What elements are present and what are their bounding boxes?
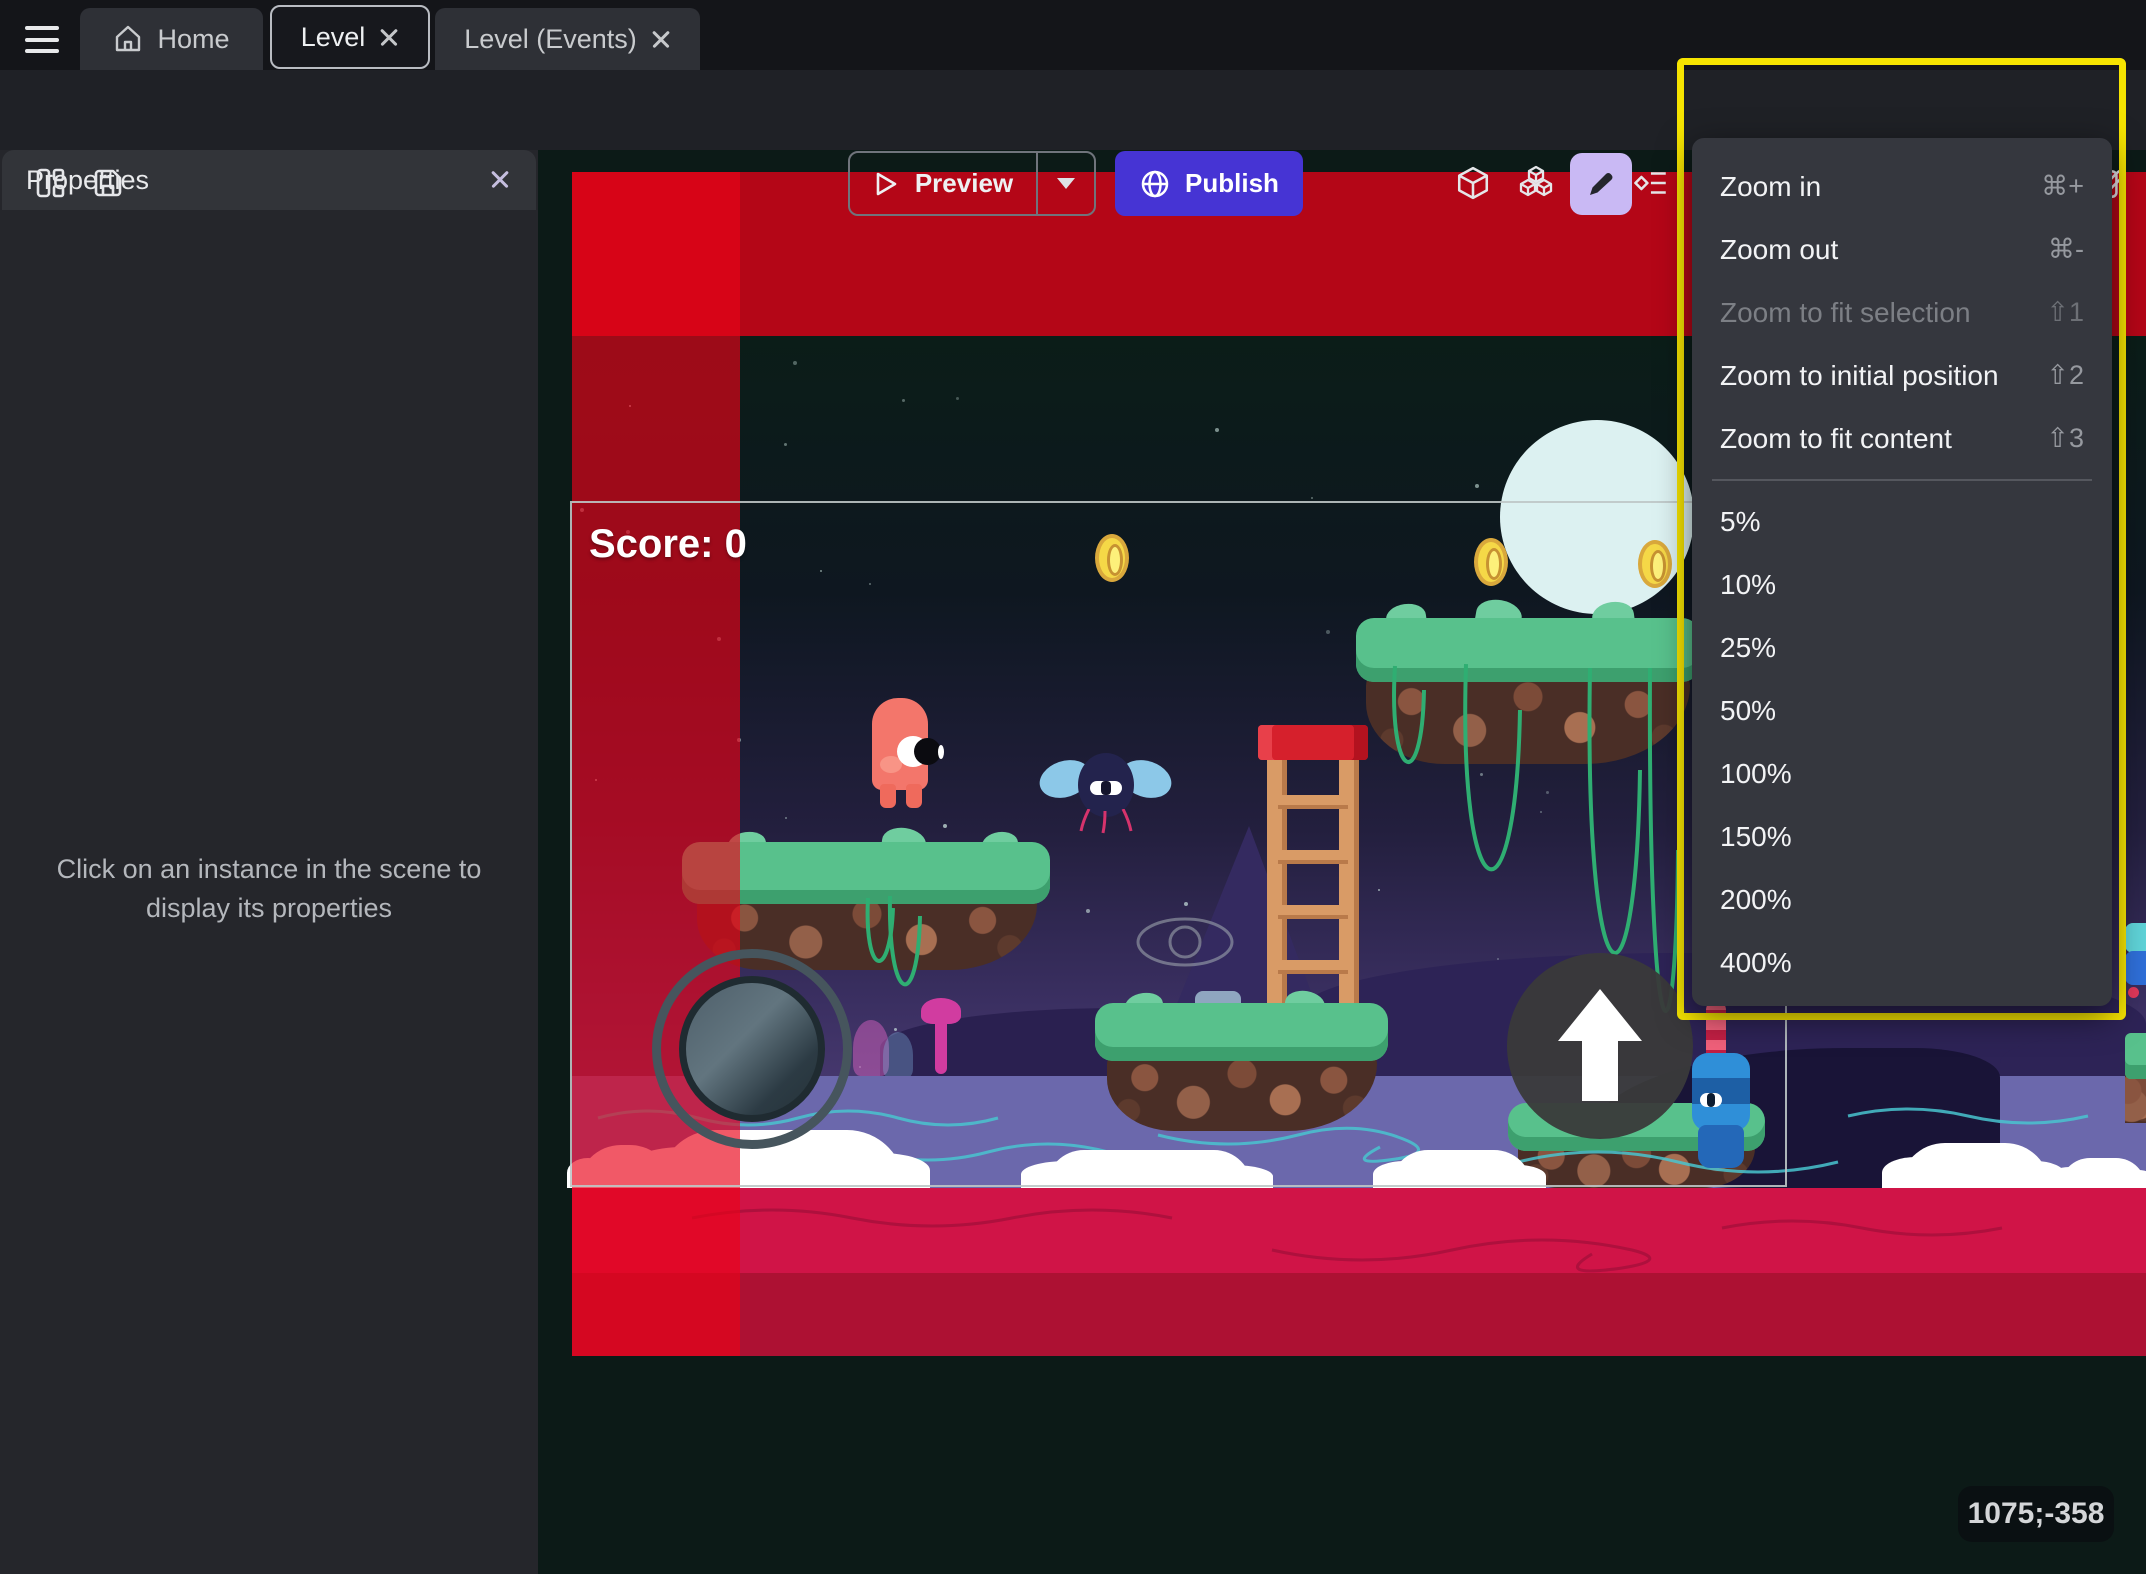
properties-header: Properties [2, 150, 536, 210]
cloud-sprite [2049, 1158, 2146, 1188]
tab-home[interactable]: Home [80, 8, 263, 70]
close-tab-icon[interactable] [379, 27, 399, 47]
preview-options-button[interactable] [1038, 153, 1094, 214]
menu-item-zoom-in[interactable]: Zoom in ⌘+ [1692, 155, 2112, 218]
jump-button[interactable] [1507, 953, 1693, 1139]
tab-bar: Home Level Level (Events) [0, 0, 2146, 70]
tab-label: Level (Events) [464, 23, 637, 54]
menu-item-zoom-400[interactable]: 400% [1692, 931, 2112, 994]
menu-divider [1712, 479, 2092, 481]
enemy-sprite-partial[interactable] [2125, 923, 2146, 1008]
instances-list-icon[interactable] [1630, 161, 1674, 205]
menu-item-zoom-out[interactable]: Zoom out ⌘- [1692, 218, 2112, 281]
preview-button[interactable]: Preview [848, 151, 1096, 216]
cloud-sprite [1882, 1143, 2065, 1188]
home-icon [113, 24, 143, 54]
joystick-knob[interactable] [679, 976, 825, 1122]
edit-tool-button-selected[interactable] [1570, 153, 1632, 215]
tab-label: Level [300, 21, 366, 52]
tab-level[interactable]: Level [270, 5, 430, 69]
score-hud-text: Score: 0 [589, 522, 747, 566]
menu-item-zoom-fit-selection: Zoom to fit selection ⇧1 [1720, 296, 2084, 328]
tab-level-events[interactable]: Level (Events) [435, 8, 700, 70]
toggle-panels-icon[interactable] [28, 161, 72, 205]
save-icon[interactable] [86, 161, 130, 205]
tab-label: Home [157, 23, 230, 54]
pencil-icon [1584, 167, 1618, 201]
menu-item-zoom-fit-content[interactable]: Zoom to fit content ⇧3 [1692, 407, 2112, 470]
properties-panel: Properties Click on an instance in the s… [0, 150, 538, 1574]
zoom-dropdown-menu: Zoom in ⌘+ Zoom out ⌘- Zoom to fit selecti… [1692, 138, 2112, 1006]
chevron-down-icon [1057, 178, 1075, 189]
menu-item-zoom-5[interactable]: 5% [1692, 490, 2112, 553]
menu-item-zoom-initial-position[interactable]: Zoom to initial position ⇧2 [1692, 344, 2112, 407]
menu-item-zoom-150[interactable]: 150% [1692, 805, 2112, 868]
menu-item-zoom-100[interactable]: 100% [1692, 742, 2112, 805]
publish-label: Publish [1185, 168, 1279, 198]
publish-button[interactable]: Publish [1115, 151, 1303, 216]
globe-icon [1139, 168, 1171, 200]
objects-list-icon[interactable] [1514, 161, 1558, 205]
menu-item-zoom-10[interactable]: 10% [1692, 553, 2112, 616]
up-arrow-icon [1558, 989, 1642, 1041]
platform-sprite [2125, 1033, 2146, 1123]
close-tab-icon[interactable] [651, 29, 671, 49]
play-icon [873, 171, 899, 197]
preview-label: Preview [914, 168, 1014, 198]
properties-empty-message: Click on an instance in the scene to dis… [56, 854, 482, 923]
menu-item-zoom-25[interactable]: 25% [1692, 616, 2112, 679]
close-properties-icon[interactable] [490, 169, 510, 189]
cursor-coordinates-badge: 1075;-358 [1958, 1486, 2114, 1542]
crimson-band-bottom-sprite[interactable] [572, 1188, 2146, 1356]
menu-item-zoom-200[interactable]: 200% [1692, 868, 2112, 931]
main-menu-icon[interactable] [25, 26, 59, 53]
menu-item-zoom-50[interactable]: 50% [1692, 679, 2112, 742]
object-3d-icon[interactable] [1451, 161, 1495, 205]
